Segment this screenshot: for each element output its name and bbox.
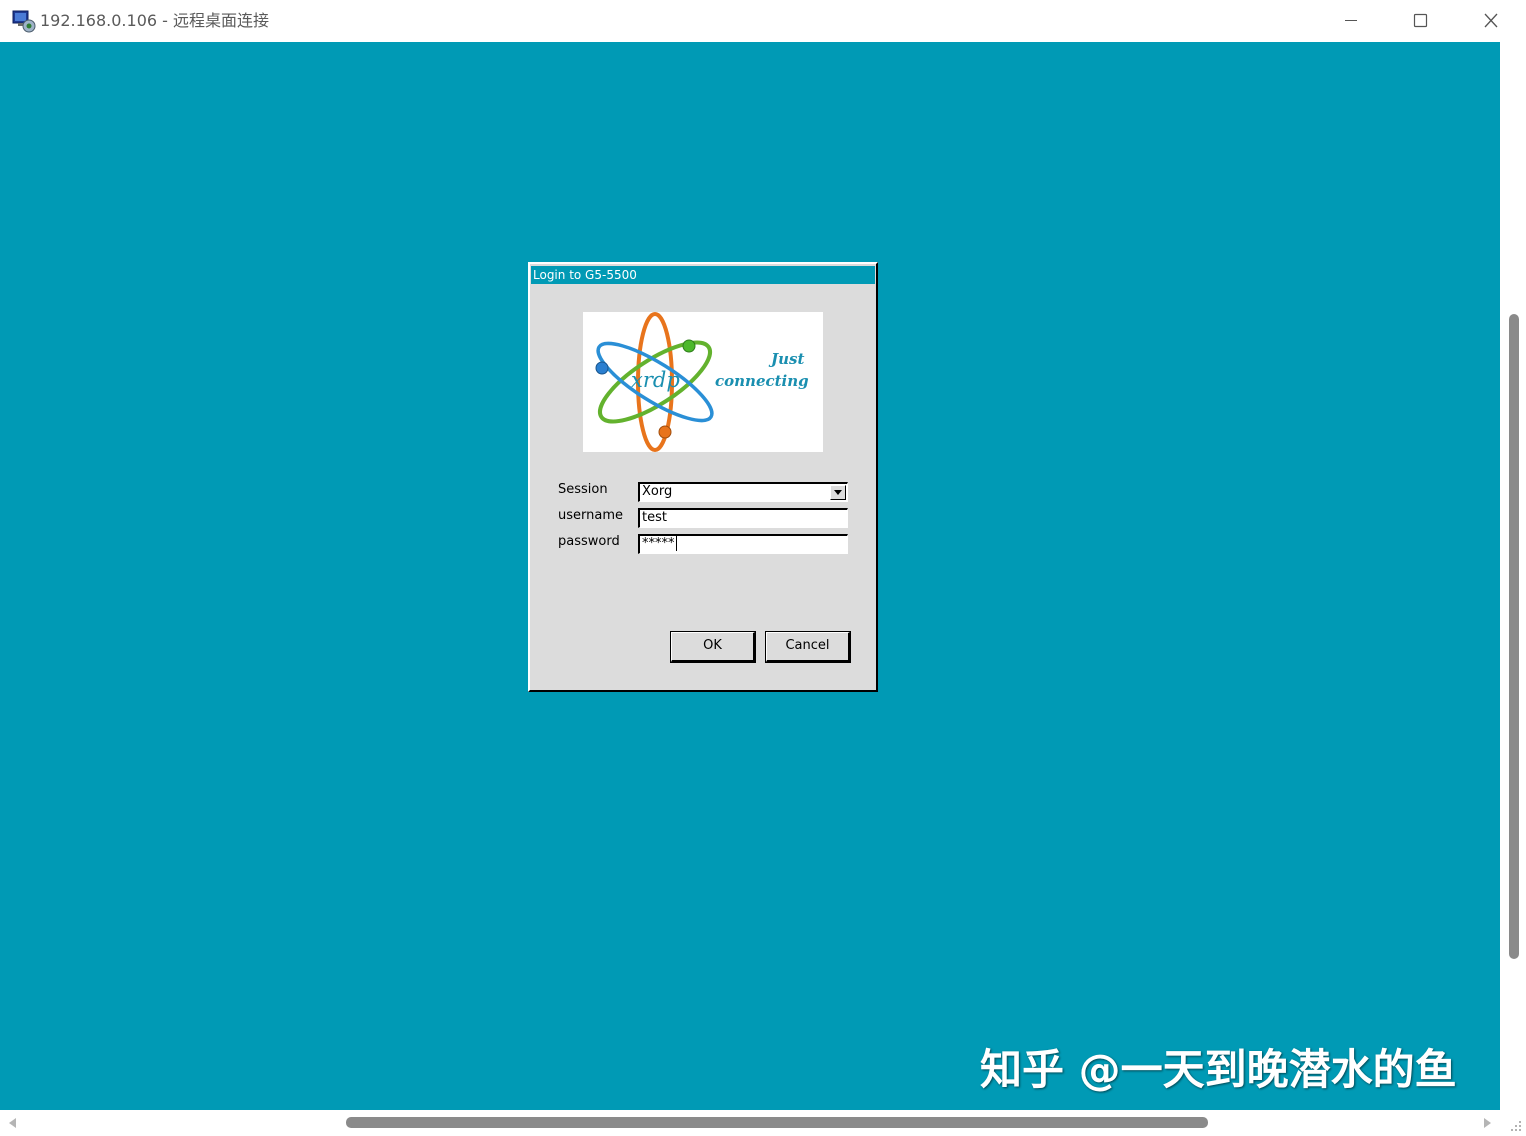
username-value: test bbox=[642, 510, 667, 525]
username-label: username bbox=[558, 508, 623, 523]
remote-desktop-window: 192.168.0.106 - 远程桌面连接 Login to G5-5500 … bbox=[0, 0, 1526, 1136]
close-icon bbox=[1484, 13, 1498, 28]
session-label: Session bbox=[558, 482, 608, 497]
close-button[interactable] bbox=[1456, 0, 1526, 42]
vertical-scrollbar-thumb[interactable] bbox=[1509, 314, 1519, 959]
scroll-left-arrow-icon[interactable] bbox=[4, 1114, 20, 1132]
ok-button[interactable]: OK bbox=[670, 631, 756, 663]
login-dialog: Login to G5-5500 xrdp Just connecting Se… bbox=[528, 262, 878, 692]
watermark: 知乎 @一天到晚潜水的鱼 bbox=[980, 1045, 1457, 1094]
dropdown-arrow-button[interactable] bbox=[830, 485, 846, 500]
maximize-button[interactable] bbox=[1386, 0, 1456, 42]
logo-wordmark: xrdp bbox=[631, 368, 680, 392]
logo-tagline-line2: connecting bbox=[715, 372, 809, 390]
chevron-down-icon bbox=[834, 490, 842, 495]
xrdp-logo: xrdp Just connecting bbox=[583, 312, 823, 452]
username-input[interactable]: test bbox=[638, 508, 848, 528]
scroll-right-arrow-icon[interactable] bbox=[1480, 1114, 1496, 1132]
logo-tagline-line1: Just bbox=[771, 350, 805, 368]
resize-grip-icon[interactable] bbox=[1508, 1118, 1524, 1134]
session-dropdown[interactable]: Xorg bbox=[638, 482, 848, 502]
session-value: Xorg bbox=[642, 484, 673, 499]
window-title: 192.168.0.106 - 远程桌面连接 bbox=[40, 11, 270, 30]
maximize-icon bbox=[1413, 13, 1428, 28]
remote-desktop-icon bbox=[12, 9, 36, 33]
title-bar[interactable]: 192.168.0.106 - 远程桌面连接 bbox=[0, 0, 1526, 42]
password-value: ***** bbox=[642, 536, 675, 551]
password-input[interactable]: ***** bbox=[638, 534, 848, 554]
minimize-icon bbox=[1345, 20, 1357, 21]
password-label: password bbox=[558, 534, 620, 549]
minimize-button[interactable] bbox=[1316, 0, 1386, 42]
dialog-title[interactable]: Login to G5-5500 bbox=[531, 266, 875, 284]
text-caret bbox=[675, 536, 677, 551]
horizontal-scrollbar-thumb[interactable] bbox=[346, 1117, 1208, 1128]
cancel-button[interactable]: Cancel bbox=[765, 631, 851, 663]
